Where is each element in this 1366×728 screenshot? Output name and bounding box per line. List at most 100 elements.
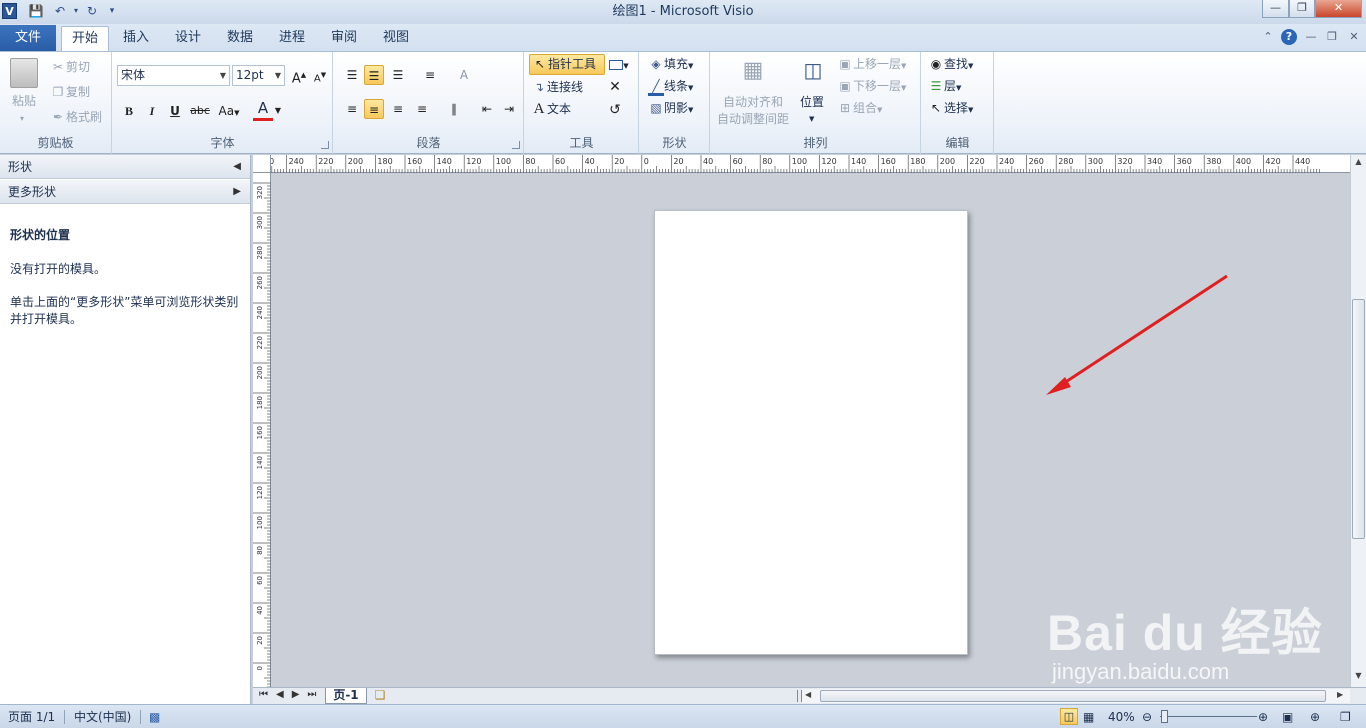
minimize-ribbon-icon[interactable]: ⌃ [1260,29,1276,45]
align-top-icon[interactable]: ☰ [342,65,362,85]
zoom-in-icon[interactable]: ⊕ [1258,705,1268,728]
shapes-panel-header[interactable]: 形状 ◀ [0,155,250,179]
align-bottom-icon[interactable]: ☰ [388,65,408,85]
increase-indent-icon[interactable]: ⇥ [499,99,519,119]
minimize-button[interactable]: — [1262,0,1289,18]
page-number-status[interactable]: 页面 1/1 [8,705,55,728]
macro-record-icon[interactable]: ▩ [149,705,160,728]
horizontal-ruler[interactable]: 2502402202001801601401201008060402002040… [256,155,1350,173]
zoom-slider-track[interactable] [1160,716,1257,717]
drawing-page[interactable] [654,210,968,655]
tab-data[interactable]: 数据 [218,26,262,51]
font-name-select[interactable]: 宋体 ▼ [117,65,230,86]
redo-icon[interactable]: ↻ [84,3,100,19]
font-color-button[interactable]: A [253,99,273,121]
zoom-level[interactable]: 40% [1108,705,1135,728]
scroll-down-icon[interactable]: ▼ [1353,671,1364,683]
select-button[interactable]: ↖ 选择▼ [928,99,973,119]
doc-minimize-icon[interactable]: — [1303,29,1319,45]
pan-zoom-icon[interactable]: ⊕ [1310,705,1320,728]
auto-align-label-2[interactable]: 自动调整间距 [717,110,789,128]
bring-forward-button[interactable]: ▣ 上移一层▼ [837,55,906,75]
paste-dropdown-icon[interactable]: ▾ [20,110,24,128]
rectangle-tool-icon[interactable]: ▼ [607,54,631,74]
send-backward-button[interactable]: ▣ 下移一层▼ [837,77,906,97]
tab-view[interactable]: 视图 [374,26,418,51]
horizontal-scroll-thumb[interactable] [820,690,1326,702]
strikethrough-button[interactable]: abc [188,101,212,121]
cut-button[interactable]: ✂ 剪切 [50,58,90,76]
fit-page-icon[interactable]: ▣ [1282,705,1293,728]
font-size-select[interactable]: 12pt ▼ [232,65,285,86]
fill-button[interactable]: ◈ 填充▼ [648,55,693,75]
scroll-left-icon[interactable]: ◀ [805,690,811,699]
insert-page-icon[interactable]: ❏ [371,688,389,704]
collapse-panel-icon[interactable]: ◀ [233,155,241,179]
undo-dropdown-icon[interactable]: ▾ [68,3,84,19]
auto-align-label-1[interactable]: 自动对齐和 [723,93,783,111]
doc-restore-icon[interactable]: ❐ [1324,29,1340,45]
paragraph-dialog-launcher-icon[interactable] [512,141,520,149]
bullets-icon[interactable]: ≡ [420,65,440,85]
vertical-scroll-thumb[interactable] [1352,299,1365,539]
undo-icon[interactable]: ↶ [52,3,68,19]
paste-icon[interactable] [10,58,38,88]
align-left-icon[interactable]: ≡ [342,99,362,119]
find-button[interactable]: ◉ 查找▼ [928,55,974,75]
vertical-ruler[interactable]: 320 300 280 260 240 220 200 180 160 140 120 100 80 60… [253,173,271,688]
justify-icon[interactable]: ≡ [412,99,432,119]
position-dropdown-icon[interactable]: ▼ [809,110,814,128]
bold-button[interactable]: B [119,101,139,121]
zoom-slider-thumb[interactable] [1160,710,1168,723]
close-button[interactable]: ✕ [1315,0,1362,18]
full-screen-icon[interactable]: ▦ [1083,705,1094,728]
tab-review[interactable]: 审阅 [322,26,366,51]
format-painter-button[interactable]: ✒ 格式刷 [50,108,102,126]
copy-button[interactable]: ❐ 复制 [50,83,90,101]
position-button[interactable]: 位置 [800,93,824,111]
decrease-indent-icon[interactable]: ⇤ [477,99,497,119]
pointer-tool-button[interactable]: ↖ 指针工具 [529,54,605,75]
tab-home[interactable]: 开始 [61,26,109,51]
customize-quick-access-icon[interactable]: ▾ [104,3,120,19]
paste-button[interactable]: 粘贴 [12,92,36,110]
text-direction-icon[interactable]: A [454,65,474,85]
change-case-button[interactable]: Aa▼ [215,101,243,121]
shrink-font-button[interactable]: A▼ [310,65,330,85]
align-right-icon[interactable]: ≡ [388,99,408,119]
save-icon[interactable]: 💾 [28,3,44,19]
normal-view-icon[interactable]: ◫ [1060,708,1078,725]
tab-file[interactable]: 文件 [0,25,56,51]
align-middle-icon[interactable]: ☰ [364,65,384,85]
text-tool-button[interactable]: A 文本 [531,100,571,118]
font-color-dropdown-icon[interactable]: ▼ [273,101,283,121]
tab-design[interactable]: 设计 [166,26,210,51]
horizontal-scrollbar[interactable]: ◀ ▶ [802,689,1350,703]
underline-button[interactable]: U [165,101,185,121]
tab-insert[interactable]: 插入 [114,26,158,51]
page-tab-1[interactable]: 页-1 [325,688,367,704]
connector-tool-button[interactable]: ↴ 连接线 [531,78,583,96]
align-center-icon[interactable]: ≡ [364,99,384,119]
vertical-scrollbar[interactable]: ▲ ▼ [1350,155,1366,687]
delete-connection-icon[interactable]: ✕ [605,77,625,97]
line-button[interactable]: ╱ 线条▼ [648,77,693,97]
layers-button[interactable]: ☰ 层▼ [928,77,962,97]
switch-windows-icon[interactable]: ❐ [1340,705,1351,728]
scroll-right-icon[interactable]: ▶ [1337,690,1343,699]
grow-font-button[interactable]: A▲ [289,65,309,86]
zoom-out-icon[interactable]: ⊖ [1142,705,1152,728]
more-shapes-menu[interactable]: 更多形状 ▶ [0,180,250,204]
group-button[interactable]: ⊞ 组合▼ [837,99,882,119]
drawing-canvas[interactable]: Bai du 经验 jingyan.baidu.com [271,173,1350,687]
connection-point-icon[interactable]: ↺ [605,100,625,120]
tab-process[interactable]: 进程 [270,26,314,51]
page-nav-icons[interactable]: ⏮◀▶⏭ [259,689,324,700]
language-status[interactable]: 中文(中国) [74,705,131,728]
doc-close-icon[interactable]: ✕ [1346,29,1362,45]
scroll-up-icon[interactable]: ▲ [1353,157,1364,169]
shadow-button[interactable]: ▧ 阴影▼ [648,99,693,119]
maximize-button[interactable]: ❐ [1289,0,1315,18]
font-dialog-launcher-icon[interactable] [321,141,329,149]
visio-logo-icon[interactable]: V [2,3,17,19]
